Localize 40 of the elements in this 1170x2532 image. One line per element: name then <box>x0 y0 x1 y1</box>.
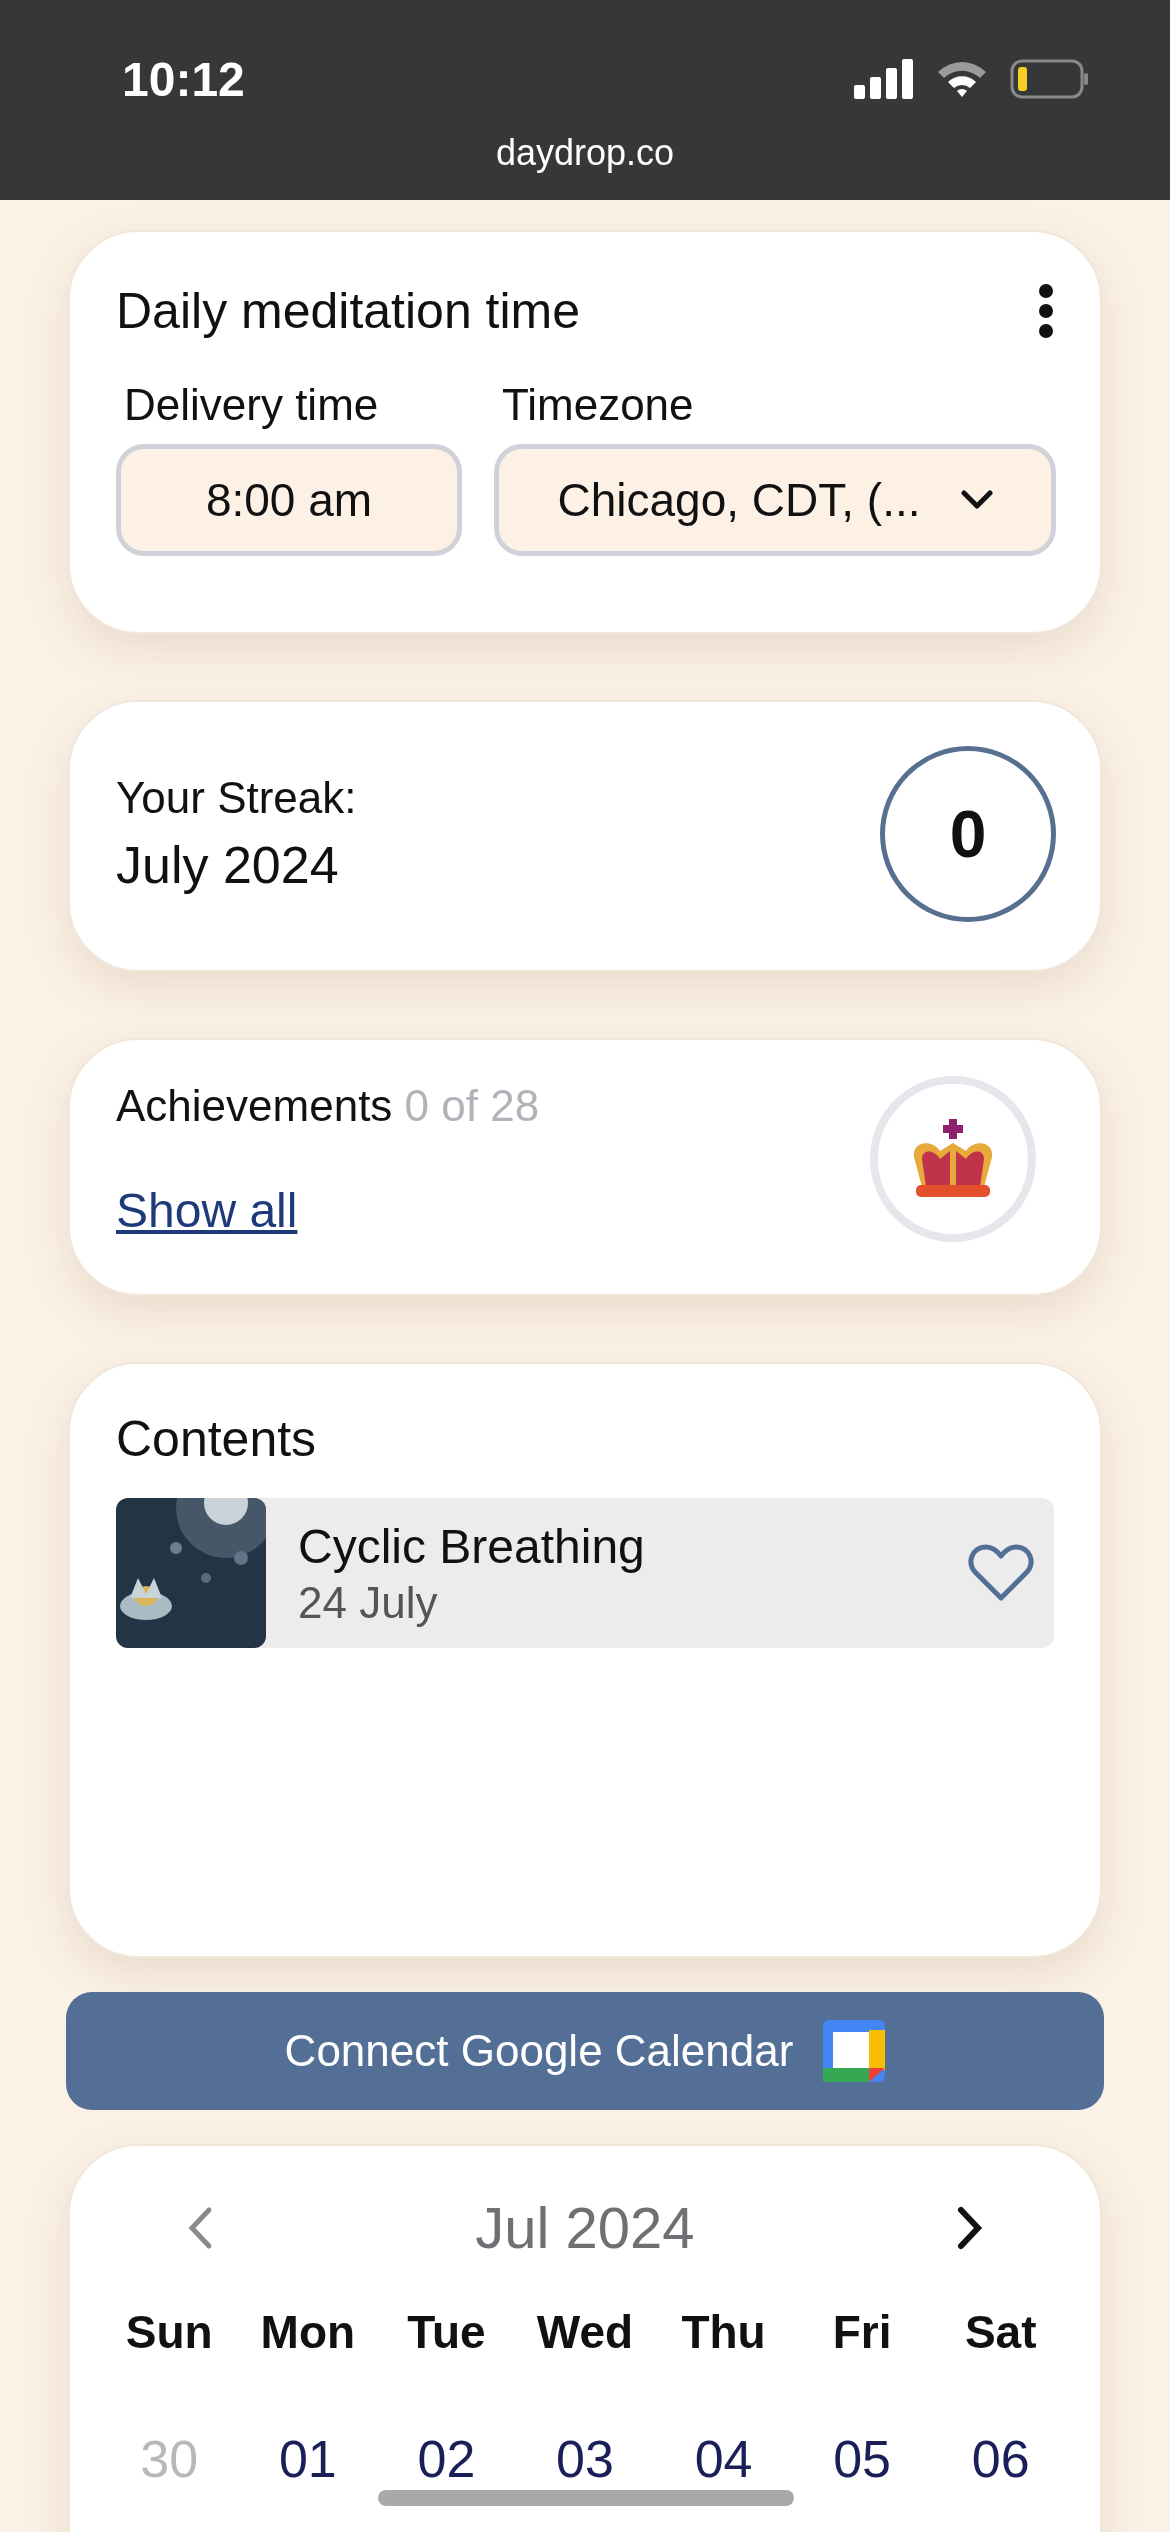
card-title: Daily meditation time <box>116 282 581 340</box>
calendar-day[interactable]: 05 <box>833 2431 892 2489</box>
url-text[interactable]: daydrop.co <box>495 132 675 174</box>
streak-label: Your Streak: <box>116 773 357 823</box>
signal-icon <box>854 59 914 99</box>
month-title: Jul 2024 <box>475 2194 695 2261</box>
timezone-dropdown[interactable]: Chicago, CDT, (... <box>494 444 1056 556</box>
content-title: Cyclic Breathing <box>298 1518 646 1574</box>
weekday-label: Thu <box>681 2305 766 2359</box>
field-label: Delivery time <box>123 380 380 430</box>
content-item[interactable]: Cyclic Breathing 24 July <box>116 1498 1054 1648</box>
clock-time: 10:12 <box>122 51 245 107</box>
content-date: 24 July <box>298 1577 439 1628</box>
chevron-down-icon <box>960 490 993 510</box>
streak-month: July 2024 <box>116 835 340 895</box>
calendar-day[interactable]: 06 <box>971 2431 1030 2489</box>
battery-icon <box>1010 59 1090 99</box>
card-title: Contents <box>116 1411 317 1467</box>
chevron-left-icon <box>187 2205 213 2250</box>
calendar-day[interactable]: 04 <box>694 2431 753 2489</box>
chevron-right-icon <box>957 2205 983 2250</box>
weekday-label: Sat <box>964 2305 1037 2359</box>
weekday-label: Sun <box>125 2305 213 2359</box>
field-label: Timezone <box>501 380 695 430</box>
calendar-day[interactable]: 02 <box>417 2431 476 2489</box>
wifi-icon <box>936 60 988 98</box>
calendar-day[interactable]: 01 <box>278 2431 337 2489</box>
weekday-label: Wed <box>536 2305 634 2359</box>
weekday-label: Fri <box>832 2305 892 2359</box>
show-all-link[interactable]: Show all <box>116 1182 540 1238</box>
connect-calendar-button[interactable]: Connect Google Calendar <box>66 1992 1104 2110</box>
weekday-label: Mon <box>260 2305 356 2359</box>
calendar-day[interactable]: 03 <box>556 2431 614 2489</box>
time-field[interactable]: 8:00 am <box>116 444 462 556</box>
weekday-label: Tue <box>407 2305 486 2359</box>
more-icon[interactable] <box>1038 283 1054 339</box>
achievements-title: Achievements 0 of 28 <box>116 1080 540 1131</box>
calendar-icon <box>823 2020 886 2082</box>
streak-count: 0 <box>880 746 1056 922</box>
heart-icon[interactable] <box>968 1543 1034 1603</box>
